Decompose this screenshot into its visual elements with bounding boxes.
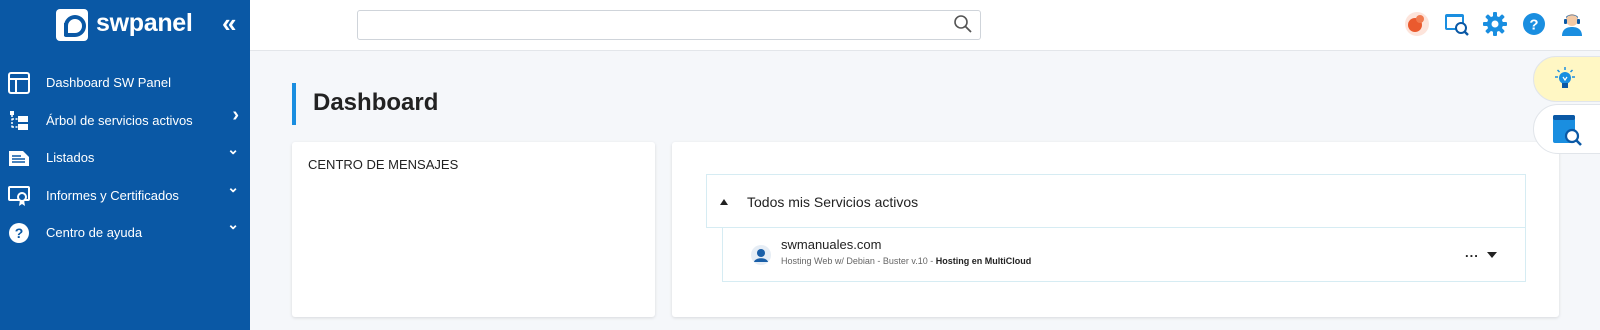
more-options-button[interactable]: ... xyxy=(1465,245,1479,260)
search-icon[interactable] xyxy=(953,14,973,34)
swpanel-logo-icon[interactable] xyxy=(56,9,88,41)
title-accent-bar xyxy=(292,83,296,125)
services-panel-title: Todos mis Servicios activos xyxy=(747,194,919,210)
lightbulb-icon xyxy=(1555,67,1575,88)
manual-search-button[interactable] xyxy=(1533,104,1600,154)
messages-card: CENTRO DE MENSAJES xyxy=(292,142,655,317)
dropdown-arrow-icon[interactable] xyxy=(1487,252,1497,258)
sidebar-item-label: Centro de ayuda xyxy=(46,225,143,240)
sidebar: swpanel « Dashboard SW Panel Árbol de se… xyxy=(0,0,250,330)
service-type: Hosting en MultiCloud xyxy=(935,256,1032,266)
sidebar-item-service-tree[interactable]: Árbol de servicios activos › xyxy=(0,104,250,148)
certificate-icon xyxy=(8,185,30,206)
help-icon[interactable]: ? xyxy=(1521,11,1547,37)
svg-text:?: ? xyxy=(15,225,24,241)
tree-icon xyxy=(10,110,28,130)
manual-book-icon xyxy=(1553,115,1582,146)
svg-text:?: ? xyxy=(1529,17,1538,34)
chevron-down-icon: ⌄ xyxy=(227,216,239,232)
services-panel-header[interactable]: Todos mis Servicios activos xyxy=(706,174,1526,228)
service-search-icon[interactable] xyxy=(1444,11,1470,37)
chevron-right-icon: › xyxy=(232,103,239,126)
search-input[interactable] xyxy=(357,10,981,40)
notifications-bubble-icon[interactable] xyxy=(1404,11,1430,37)
messages-card-title: CENTRO DE MENSAJES xyxy=(308,157,459,172)
user-profile-icon[interactable] xyxy=(1559,11,1585,37)
brand-name[interactable]: swpanel xyxy=(96,9,193,38)
gear-icon[interactable] xyxy=(1482,11,1508,37)
chevron-down-icon: ⌄ xyxy=(227,178,239,195)
sidebar-nav: Dashboard SW Panel Árbol de servicios ac… xyxy=(0,72,250,260)
brand: swpanel « xyxy=(0,0,250,50)
sidebar-item-dashboard[interactable]: Dashboard SW Panel xyxy=(0,72,250,110)
sidebar-item-label: Listados xyxy=(46,150,95,165)
list-icon xyxy=(9,151,29,166)
sidebar-item-informes[interactable]: Informes y Certificados ⌄ xyxy=(0,179,250,223)
page-title: Dashboard xyxy=(313,89,439,116)
user-avatar-icon xyxy=(751,245,771,265)
service-description: Hosting Web w/ Debian - Buster v.10 - Ho… xyxy=(781,256,1032,266)
sidebar-item-label: Dashboard SW Panel xyxy=(46,75,172,90)
collapse-caret-icon[interactable] xyxy=(720,199,728,205)
dashboard-icon xyxy=(8,72,30,94)
sidebar-item-label: Informes y Certificados xyxy=(46,187,179,203)
service-row[interactable]: swmanuales.com Hosting Web w/ Debian - B… xyxy=(722,228,1526,282)
tips-button[interactable] xyxy=(1533,56,1600,102)
chevron-down-icon: ⌄ xyxy=(227,141,239,157)
top-header: ? xyxy=(250,0,1600,51)
help-icon: ? xyxy=(9,223,29,243)
collapse-sidebar-icon[interactable]: « xyxy=(222,8,236,39)
sidebar-item-label: Árbol de servicios activos xyxy=(46,112,193,128)
service-domain[interactable]: swmanuales.com xyxy=(781,237,881,252)
sidebar-item-listados[interactable]: Listados ⌄ xyxy=(0,141,250,185)
sidebar-item-help[interactable]: ? Centro de ayuda ⌄ xyxy=(0,216,250,260)
services-card: Todos mis Servicios activos swmanuales.c… xyxy=(672,142,1559,317)
